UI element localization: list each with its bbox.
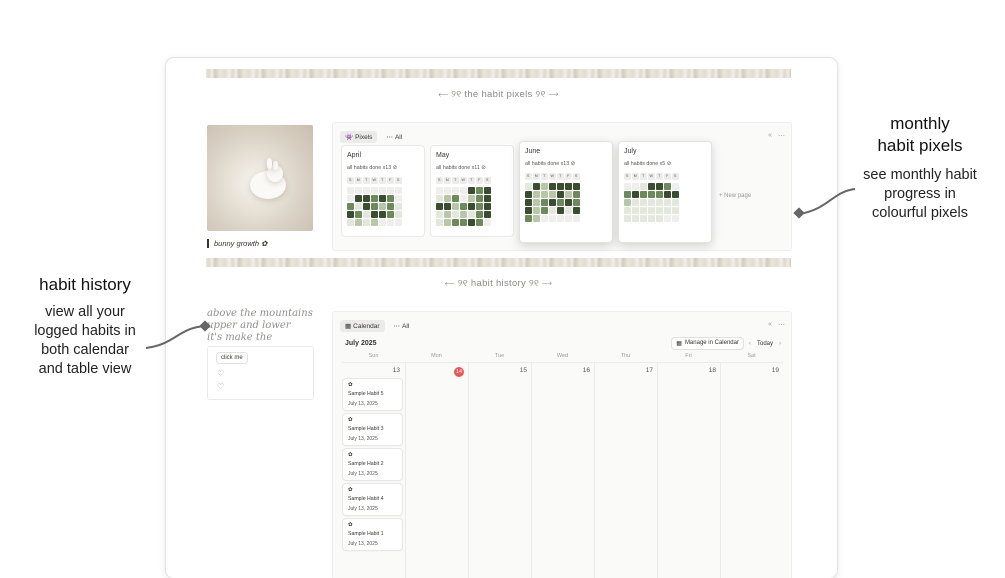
connector-diamond-left <box>199 320 211 332</box>
connector-diamond-right <box>793 207 805 219</box>
connector-line-right <box>799 188 856 215</box>
connector-line-left <box>145 325 206 349</box>
annotation-connectors <box>145 188 856 349</box>
